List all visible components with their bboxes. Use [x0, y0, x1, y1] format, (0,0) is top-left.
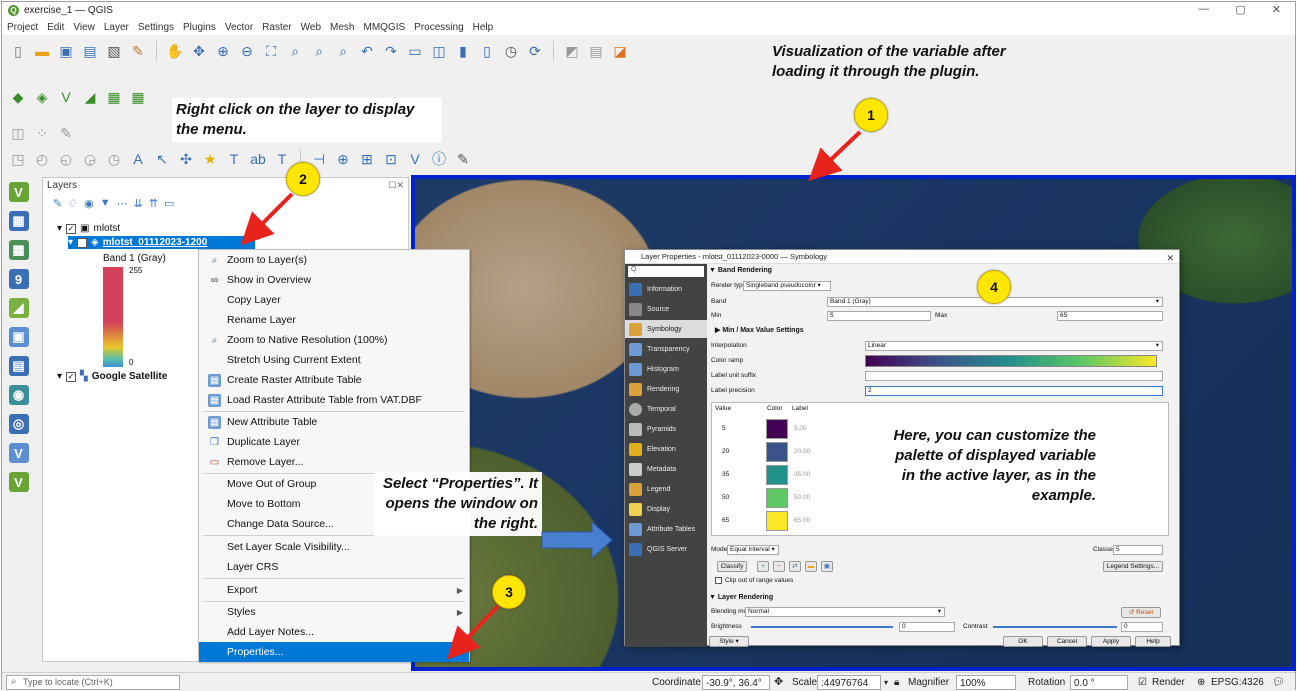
arrow-to-layer	[240, 192, 294, 246]
qgis-window: Q exercise_1 — QGIS — ▢ ✕ Project Edit V…	[1, 1, 1296, 691]
arrow-to-map	[808, 130, 862, 182]
annotation-arrows	[240, 130, 862, 660]
arrow-to-dialog	[541, 520, 613, 560]
arrow-to-properties	[446, 604, 500, 660]
